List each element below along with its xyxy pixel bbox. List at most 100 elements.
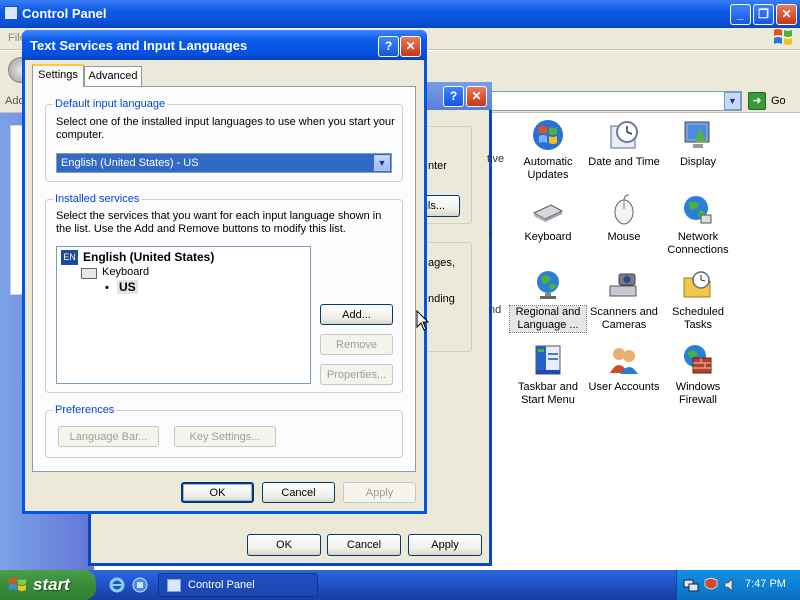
cp-item-label: Scanners and Cameras [590,306,658,331]
properties-button[interactable]: Properties... [320,364,393,385]
monitor-icon [684,121,710,148]
maximize-button[interactable]: ❐ [753,4,774,25]
cp-item-label: Scheduled Tasks [672,306,724,331]
taskbar-item-control-panel[interactable]: Control Panel [158,573,318,597]
cp-item-scanners-cameras[interactable]: Scanners and Cameras [586,268,662,332]
network-tray-icon[interactable] [683,577,699,593]
tree-bullet: • [105,282,109,294]
cp-item-mouse[interactable]: Mouse [586,193,662,244]
chevron-down-icon[interactable]: ▼ [724,92,741,110]
control-panel-titlebar[interactable]: Control Panel _ ❐ ✕ [0,0,800,28]
mouse-cursor-icon [416,310,430,331]
partial-text: nter [428,160,447,172]
control-panel-icon [167,579,181,592]
tab-settings[interactable]: Settings [32,64,84,87]
cp-item-label: Taskbar and Start Menu [518,381,578,406]
close-button[interactable]: ✕ [776,4,797,25]
system-tray: 7:47 PM [676,570,800,600]
ok-button[interactable]: OK [247,534,321,556]
windows-logo-icon [774,29,792,45]
go-label: Go [771,95,786,107]
cp-item-keyboard[interactable]: Keyboard [510,193,586,244]
cp-item-date-time[interactable]: Date and Time [586,118,662,169]
cp-item-network-connections[interactable]: Network Connections [660,193,736,257]
cp-item-automatic-updates[interactable]: Automatic Updates [510,118,586,182]
cancel-button[interactable]: Cancel [327,534,401,556]
language-badge: EN [61,250,78,265]
control-panel-title: Control Panel [22,6,107,21]
default-input-description: Select one of the installed input langua… [56,116,395,141]
partial-text: tive [487,153,505,165]
firewall-icon [684,345,712,374]
partial-text: ages, [428,257,455,269]
cancel-button[interactable]: Cancel [262,482,335,503]
quick-launch-icon[interactable] [131,576,149,594]
security-tray-icon[interactable] [703,577,719,593]
dialog-title: Text Services and Input Languages [30,38,248,53]
tab-advanced[interactable]: Advanced [84,66,142,86]
installed-services-description: Select the services that you want for ea… [56,210,382,235]
cp-item-label: User Accounts [588,381,660,393]
add-button[interactable]: Add... [320,304,393,325]
cp-item-label: Network Connections [667,231,729,256]
keyboard-icon [81,268,97,279]
selected-language: English (United States) - US [61,157,199,169]
taskbar-icon [535,345,561,375]
cp-item-windows-firewall[interactable]: Windows Firewall [660,343,736,407]
default-language-select[interactable]: English (United States) - US ▼ [56,153,392,173]
text-services-titlebar[interactable]: Text Services and Input Languages [22,30,427,60]
windows-shield-icon [533,120,563,150]
cp-item-label: Windows Firewall [675,381,721,406]
clock: 7:47 PM [745,578,786,590]
cp-item-label: Automatic Updates [523,156,573,181]
start-button[interactable]: start [0,570,96,600]
close-button[interactable]: ✕ [400,36,421,57]
tree-item-us[interactable]: US [117,280,138,294]
language-bar-button[interactable]: Language Bar... [58,426,159,447]
close-button[interactable]: ✕ [466,86,487,107]
help-button[interactable]: ? [443,86,464,107]
remove-button[interactable]: Remove [320,334,393,355]
volume-tray-icon[interactable] [723,577,739,593]
folder-clock-icon [683,271,711,298]
network-globe-icon [684,196,712,224]
group-label: Preferences [53,404,117,416]
taskbar-item-label: Control Panel [188,579,255,591]
tree-item-language[interactable]: English (United States) [83,250,214,264]
cp-item-scheduled-tasks[interactable]: Scheduled Tasks [660,268,736,332]
cp-item-display[interactable]: Display [660,118,736,169]
scanner-camera-icon [609,273,637,297]
cp-item-taskbar-start-menu[interactable]: Taskbar and Start Menu [510,343,586,407]
clock-calendar-icon [610,121,638,149]
address-field[interactable] [490,91,742,111]
details-button-label: ils... [425,200,445,212]
group-label: Installed services [53,193,142,205]
services-tree[interactable]: EN English (United States) Keyboard • US [56,246,311,384]
partial-text: t [489,229,493,241]
tree-item-keyboard[interactable]: Keyboard [102,266,149,278]
go-button[interactable]: ➜ Go [748,92,798,110]
windows-logo-icon [9,578,26,591]
mouse-icon [614,194,634,225]
cp-item-label: Display [679,156,717,168]
globe-icon [537,271,559,299]
start-label: start [33,575,70,594]
control-panel-icon [4,6,18,20]
apply-button[interactable]: Apply [408,534,482,556]
key-settings-button[interactable]: Key Settings... [174,426,276,447]
partial-text: nding [428,293,455,305]
help-button[interactable]: ? [378,36,399,57]
group-label: Default input language [53,98,168,110]
cp-item-regional-language[interactable]: Regional and Language ... [509,268,587,333]
keyboard-icon [532,204,564,222]
minimize-button[interactable]: _ [730,4,751,25]
cp-item-user-accounts[interactable]: User Accounts [586,343,662,394]
partial-text: nd [489,304,502,316]
chevron-down-icon[interactable]: ▼ [374,155,390,171]
internet-explorer-icon[interactable] [108,576,126,594]
apply-button[interactable]: Apply [343,482,416,503]
ok-button[interactable]: OK [181,482,254,503]
go-arrow-icon: ➜ [748,92,766,110]
cp-item-label: Mouse [607,231,641,243]
cp-item-label: Regional and Language ... [509,305,587,333]
